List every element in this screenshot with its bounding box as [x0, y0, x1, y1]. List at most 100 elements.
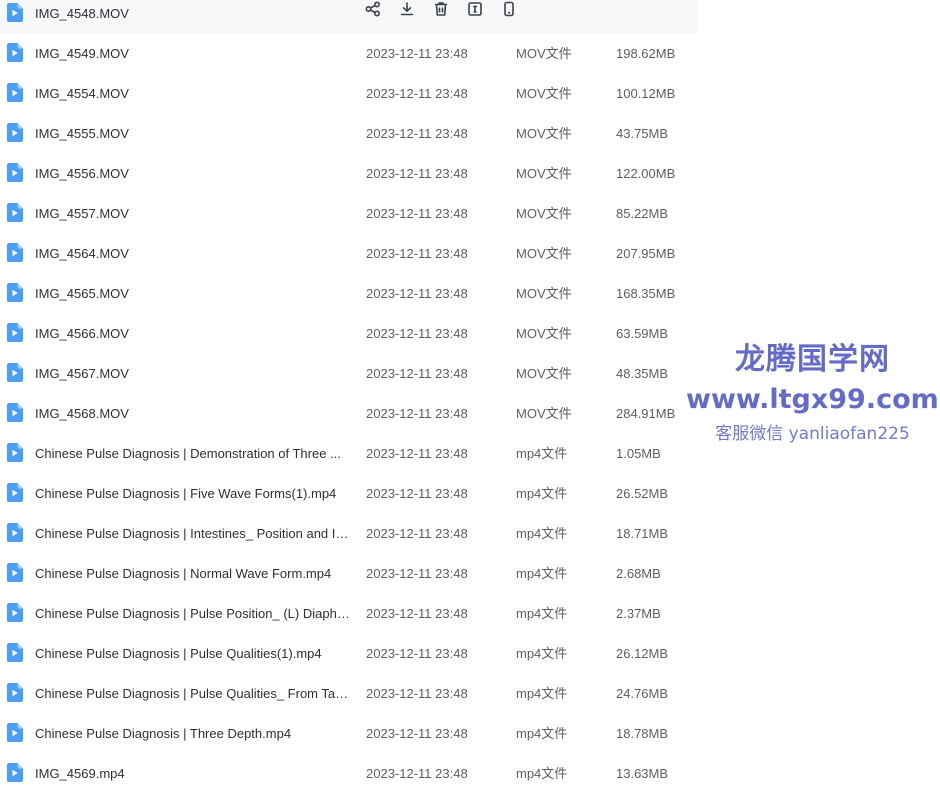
file-row[interactable]: Chinese Pulse Diagnosis | Normal Wave Fo…: [0, 554, 697, 594]
file-row[interactable]: Chinese Pulse Diagnosis | Pulse Qualitie…: [0, 674, 697, 714]
video-file-icon: [7, 723, 23, 742]
video-file-icon: [7, 123, 23, 142]
share-icon[interactable]: [364, 0, 382, 18]
file-name[interactable]: IMG_4557.MOV: [35, 206, 351, 222]
file-list: IMG_4548.MOV IMG_4549.MOV 2023-12-11 23:48…: [0, 0, 940, 812]
file-size: 284.91MB: [616, 406, 676, 421]
file-row[interactable]: IMG_4549.MOV 2023-12-11 23:48 MOV文件 198.62M…: [0, 34, 697, 74]
file-size: 26.12MB: [616, 646, 669, 661]
file-type: mp4文件: [516, 566, 568, 581]
file-date: 2023-12-11 23:48: [366, 686, 468, 701]
file-row[interactable]: IMG_4556.MOV 2023-12-11 23:48 MOV文件 122.00M…: [0, 154, 697, 194]
file-row[interactable]: IMG_4567.MOV 2023-12-11 23:48 MOV文件 48.35MB: [0, 354, 697, 394]
file-size: 13.63MB: [616, 766, 669, 781]
file-name[interactable]: Chinese Pulse Diagnosis | Normal Wave Fo…: [35, 566, 351, 582]
file-size: 43.75MB: [616, 126, 669, 141]
file-row[interactable]: IMG_4569.mp4 2023-12-11 23:48 mp4文件 13.63MB: [0, 754, 697, 794]
file-row[interactable]: IMG_4548.MOV: [0, 0, 697, 34]
file-row[interactable]: Chinese Pulse Diagnosis | Three Depth.mp…: [0, 714, 697, 754]
file-name[interactable]: Chinese Pulse Diagnosis | Demonstration …: [35, 446, 351, 462]
file-type: mp4文件: [516, 686, 568, 701]
file-row[interactable]: IMG_4554.MOV 2023-12-11 23:48 MOV文件 100.12M…: [0, 74, 697, 114]
file-row[interactable]: IMG_4565.MOV 2023-12-11 23:48 MOV文件 168.35M…: [0, 274, 697, 314]
file-type: mp4文件: [516, 766, 568, 781]
file-name[interactable]: Chinese Pulse Diagnosis | Pulse Qualitie…: [35, 686, 351, 702]
video-file-icon: [7, 523, 23, 542]
file-type: MOV文件: [516, 46, 572, 61]
file-row[interactable]: Chinese Pulse Diagnosis | Five Wave Form…: [0, 474, 697, 514]
file-row[interactable]: IMG_4566.MOV 2023-12-11 23:48 MOV文件 63.59MB: [0, 314, 697, 354]
download-icon[interactable]: [398, 0, 416, 18]
file-name[interactable]: IMG_4566.MOV: [35, 326, 351, 342]
file-date: 2023-12-11 23:48: [366, 766, 468, 781]
file-row[interactable]: IMG_4555.MOV 2023-12-11 23:48 MOV文件 43.75MB: [0, 114, 697, 154]
file-name[interactable]: Chinese Pulse Diagnosis | Intestines_ Po…: [35, 526, 351, 542]
file-row[interactable]: Chinese Pulse Diagnosis | Demonstration …: [0, 434, 697, 474]
file-type: MOV文件: [516, 246, 572, 261]
file-date: 2023-12-11 23:48: [366, 726, 468, 741]
file-name[interactable]: Chinese Pulse Diagnosis | Pulse Qualitie…: [35, 646, 351, 662]
file-type: mp4文件: [516, 526, 568, 541]
file-name[interactable]: IMG_4569.mp4: [35, 766, 351, 782]
file-row[interactable]: Chinese Pulse Diagnosis | Intestines_ Po…: [0, 514, 697, 554]
file-name[interactable]: Chinese Pulse Diagnosis | Five Wave Form…: [35, 486, 351, 502]
file-date: 2023-12-11 23:48: [366, 286, 468, 301]
file-size: 1.05MB: [616, 446, 661, 461]
file-row[interactable]: IMG_4564.MOV 2023-12-11 23:48 MOV文件 207.95M…: [0, 234, 697, 274]
file-name[interactable]: IMG_4564.MOV: [35, 246, 351, 262]
file-date: 2023-12-11 23:48: [366, 566, 468, 581]
video-file-icon: [7, 163, 23, 182]
file-size: 24.76MB: [616, 686, 669, 701]
file-type: mp4文件: [516, 726, 568, 741]
video-file-icon: [7, 643, 23, 662]
file-date: 2023-12-11 23:48: [366, 526, 468, 541]
file-type: MOV文件: [516, 286, 572, 301]
delete-icon[interactable]: [432, 0, 450, 18]
file-size: 63.59MB: [616, 326, 669, 341]
file-date: 2023-12-11 23:48: [366, 446, 468, 461]
file-name[interactable]: IMG_4549.MOV: [35, 46, 351, 62]
mobile-icon[interactable]: [500, 0, 518, 18]
file-size: 2.37MB: [616, 606, 661, 621]
file-date: 2023-12-11 23:48: [366, 126, 468, 141]
file-row[interactable]: Chinese Pulse Diagnosis | Pulse Position…: [0, 594, 697, 634]
file-name[interactable]: IMG_4555.MOV: [35, 126, 351, 142]
video-file-icon: [7, 3, 23, 22]
file-type: mp4文件: [516, 606, 568, 621]
file-date: 2023-12-11 23:48: [366, 166, 468, 181]
file-type: mp4文件: [516, 646, 568, 661]
video-file-icon: [7, 43, 23, 62]
video-file-icon: [7, 403, 23, 422]
file-size: 18.71MB: [616, 526, 669, 541]
file-name[interactable]: IMG_4567.MOV: [35, 366, 351, 382]
file-name[interactable]: Chinese Pulse Diagnosis | Three Depth.mp…: [35, 726, 351, 742]
rename-icon[interactable]: [466, 0, 484, 18]
file-row[interactable]: IMG_4557.MOV 2023-12-11 23:48 MOV文件 85.22MB: [0, 194, 697, 234]
file-name[interactable]: IMG_4556.MOV: [35, 166, 351, 182]
video-file-icon: [7, 763, 23, 782]
file-name[interactable]: IMG_4565.MOV: [35, 286, 351, 302]
file-size: 198.62MB: [616, 46, 676, 61]
video-file-icon: [7, 363, 23, 382]
file-size: 48.35MB: [616, 366, 669, 381]
file-name[interactable]: IMG_4568.MOV: [35, 406, 351, 422]
file-date: 2023-12-11 23:48: [366, 326, 468, 341]
video-file-icon: [7, 83, 23, 102]
file-size: 18.78MB: [616, 726, 669, 741]
video-file-icon: [7, 563, 23, 582]
file-type: MOV文件: [516, 126, 572, 141]
file-size: 85.22MB: [616, 206, 669, 221]
file-row[interactable]: Chinese Pulse Diagnosis | Pulse Qualitie…: [0, 634, 697, 674]
file-date: 2023-12-11 23:48: [366, 86, 468, 101]
video-file-icon: [7, 483, 23, 502]
file-name[interactable]: IMG_4554.MOV: [35, 86, 351, 102]
file-type: mp4文件: [516, 486, 568, 501]
file-date: 2023-12-11 23:48: [366, 486, 468, 501]
file-row[interactable]: IMG_4568.MOV 2023-12-11 23:48 MOV文件 284.91M…: [0, 394, 697, 434]
file-size: 26.52MB: [616, 486, 669, 501]
file-date: 2023-12-11 23:48: [366, 646, 468, 661]
file-name[interactable]: Chinese Pulse Diagnosis | Pulse Position…: [35, 606, 351, 622]
file-name[interactable]: IMG_4548.MOV: [35, 6, 351, 22]
file-date: 2023-12-11 23:48: [366, 366, 468, 381]
file-type: MOV文件: [516, 366, 572, 381]
